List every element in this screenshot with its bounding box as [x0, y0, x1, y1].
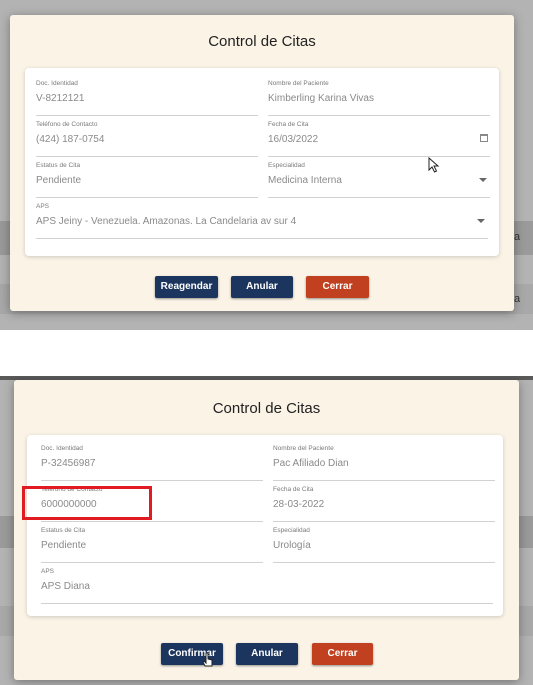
- especialidad-value: Urología: [273, 540, 311, 551]
- telefono-contacto-value: (424) 187-0754: [36, 134, 105, 145]
- aps-value: APS Jeiny - Venezuela. Amazonas. La Cand…: [36, 216, 297, 227]
- estatus-cita-label: Estatus de Cita: [36, 162, 81, 169]
- especialidad-select[interactable]: Especialidad Medicina Interna: [268, 162, 490, 198]
- appointment-details-card: Doc. Identidad P-32456987 Nombre del Pac…: [27, 435, 503, 616]
- mouse-cursor-icon: [428, 157, 440, 173]
- especialidad-label: Especialidad: [273, 527, 310, 534]
- nombre-paciente-value: Kimberling Karina Vivas: [268, 93, 374, 104]
- nombre-paciente-label: Nombre del Paciente: [273, 445, 334, 452]
- dialog-title: Control de Citas: [208, 33, 316, 50]
- doc-identidad-label: Doc. Identidad: [41, 445, 83, 452]
- aps-field[interactable]: APS APS Diana: [41, 568, 493, 604]
- cerrar-button[interactable]: Cerrar: [312, 643, 373, 665]
- calendar-icon[interactable]: [480, 134, 488, 144]
- dropdown-caret-icon[interactable]: [479, 178, 487, 182]
- especialidad-label: Especialidad: [268, 162, 305, 169]
- nombre-paciente-field[interactable]: Nombre del Paciente Pac Afiliado Dian: [273, 445, 495, 481]
- hand-cursor-icon: [202, 652, 213, 667]
- doc-identidad-field[interactable]: Doc. Identidad P-32456987: [41, 445, 263, 481]
- estatus-cita-value: Pendiente: [36, 175, 82, 186]
- nombre-paciente-value: Pac Afiliado Dian: [273, 458, 349, 469]
- background-edge-text: a: [514, 293, 521, 305]
- dialog-title: Control de Citas: [212, 400, 321, 417]
- anular-button[interactable]: Anular: [236, 643, 298, 665]
- control-de-citas-dialog: Control de Citas Doc. Identidad V-821212…: [10, 15, 514, 311]
- dropdown-caret-icon[interactable]: [477, 219, 485, 223]
- telefono-contacto-field[interactable]: Teléfono de Contacto (424) 187-0754: [36, 121, 258, 157]
- doc-identidad-label: Doc. Identidad: [36, 80, 78, 87]
- reagendar-button[interactable]: Reagendar: [155, 276, 218, 298]
- aps-value: APS Diana: [41, 581, 90, 592]
- doc-identidad-field[interactable]: Doc. Identidad V-8212121: [36, 80, 258, 116]
- estatus-cita-field[interactable]: Estatus de Cita Pendiente: [36, 162, 258, 198]
- nombre-paciente-label: Nombre del Paciente: [268, 80, 329, 87]
- anular-button[interactable]: Anular: [231, 276, 293, 298]
- fecha-cita-value: 28-03-2022: [273, 499, 325, 510]
- background-edge-text: a: [514, 231, 521, 243]
- especialidad-field[interactable]: Especialidad Urología: [273, 527, 495, 563]
- doc-identidad-value: V-8212121: [36, 93, 85, 104]
- estatus-cita-label: Estatus de Cita: [41, 527, 86, 534]
- fecha-cita-field[interactable]: Fecha de Cita 16/03/2022: [268, 121, 490, 157]
- bottom-screenshot: Control de Citas Doc. Identidad P-324569…: [0, 376, 533, 685]
- top-screenshot: a a Control de Citas Doc. Identidad V-82…: [0, 0, 533, 330]
- cerrar-button[interactable]: Cerrar: [306, 276, 369, 298]
- doc-identidad-value: P-32456987: [41, 458, 96, 469]
- estatus-cita-field[interactable]: Estatus de Cita Pendiente: [41, 527, 263, 563]
- estatus-cita-value: Pendiente: [41, 540, 87, 551]
- fecha-cita-label: Fecha de Cita: [273, 486, 314, 493]
- fecha-cita-value: 16/03/2022: [268, 134, 319, 145]
- fecha-cita-field[interactable]: Fecha de Cita 28-03-2022: [273, 486, 495, 522]
- aps-label: APS: [36, 203, 50, 210]
- control-de-citas-dialog: Control de Citas Doc. Identidad P-324569…: [14, 380, 519, 680]
- especialidad-value: Medicina Interna: [268, 175, 342, 186]
- aps-select[interactable]: APS APS Jeiny - Venezuela. Amazonas. La …: [36, 203, 488, 239]
- aps-label: APS: [41, 568, 55, 575]
- fecha-cita-label: Fecha de Cita: [268, 121, 309, 128]
- telefono-contacto-label: Teléfono de Contacto: [36, 121, 98, 128]
- nombre-paciente-field[interactable]: Nombre del Paciente Kimberling Karina Vi…: [268, 80, 490, 116]
- telefono-highlight-box: [22, 486, 152, 520]
